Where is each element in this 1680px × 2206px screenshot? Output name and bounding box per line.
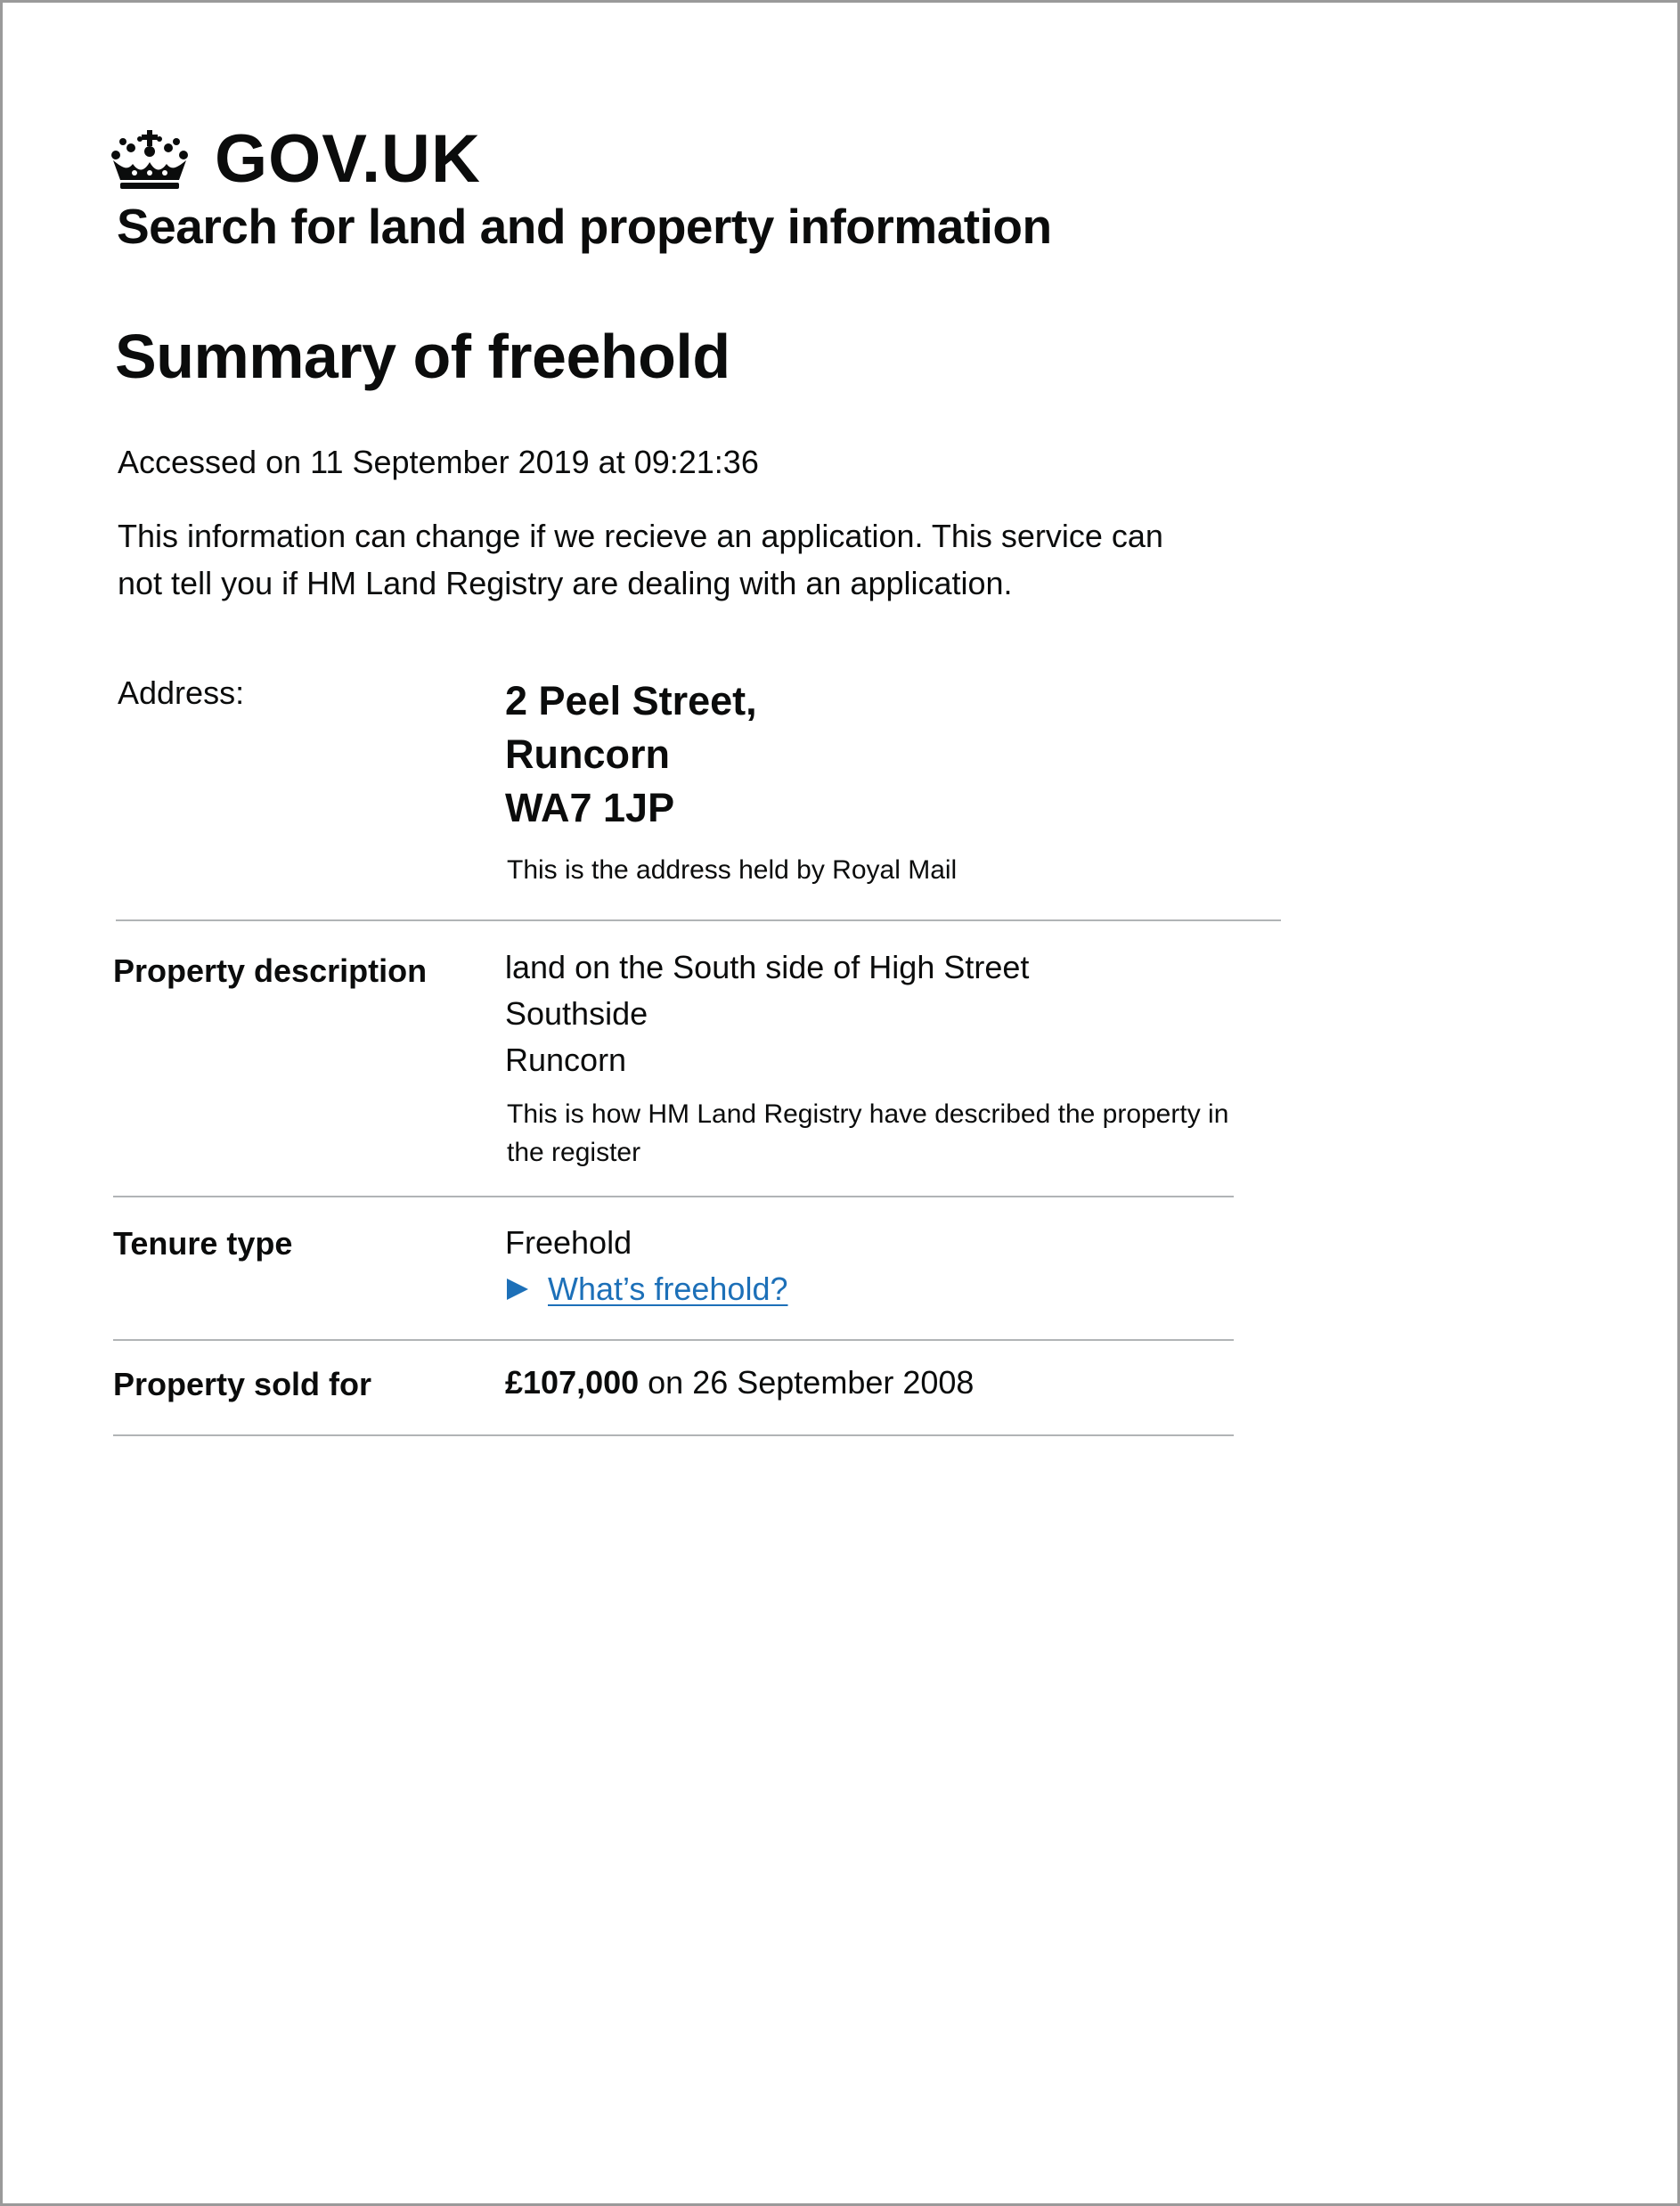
tenure-type-value-cell: Freehold What’s freehold? — [505, 1220, 788, 1312]
brand-name: GOV.UK — [215, 121, 481, 197]
address-line: Runcorn — [505, 731, 670, 777]
sale-date: on 26 September 2008 — [639, 1364, 975, 1401]
tenure-type-label: Tenure type — [113, 1225, 293, 1262]
row-divider — [113, 1339, 1234, 1341]
description-line: Southside — [505, 995, 648, 1032]
description-line: land on the South side of High Street — [505, 949, 1030, 985]
whats-freehold-details-toggle[interactable]: What’s freehold? — [505, 1266, 788, 1312]
service-name: Search for land and property information — [117, 199, 1052, 254]
property-description-label: Property description — [113, 952, 428, 989]
description-line: Runcorn — [505, 1042, 627, 1078]
property-description-hint: This is how HM Land Registry have descri… — [507, 1099, 1229, 1167]
govuk-logo-link[interactable]: GOV.UK — [108, 124, 481, 195]
address-line: WA7 1JP — [505, 785, 675, 830]
address-hint: This is the address held by Royal Mail — [507, 855, 958, 885]
page-title: Summary of freehold — [115, 322, 730, 391]
accessed-timestamp: Accessed on 11 September 2019 at 09:21:3… — [118, 444, 759, 480]
page: GOV.UK Search for land and property info… — [0, 0, 1680, 2206]
property-sold-for-label: Property sold for — [113, 1366, 372, 1402]
whats-freehold-link[interactable]: What’s freehold? — [548, 1266, 788, 1312]
address-line: 2 Peel Street, — [505, 678, 757, 723]
crown-icon — [111, 130, 188, 189]
application-notice: This information can change if we reciev… — [118, 518, 1163, 601]
address-label: Address: — [118, 674, 245, 711]
row-divider — [116, 919, 1281, 921]
row-divider — [113, 1434, 1234, 1436]
triangle-right-icon — [507, 1279, 528, 1300]
address-value: 2 Peel Street, Runcorn WA7 1JP — [505, 674, 757, 835]
sale-price: £107,000 — [505, 1364, 640, 1401]
row-divider — [113, 1196, 1234, 1197]
property-sold-for-value: £107,000 on 26 September 2008 — [505, 1360, 974, 1406]
tenure-type-value: Freehold — [505, 1224, 632, 1261]
property-description-value: land on the South side of High Street So… — [505, 944, 1029, 1083]
